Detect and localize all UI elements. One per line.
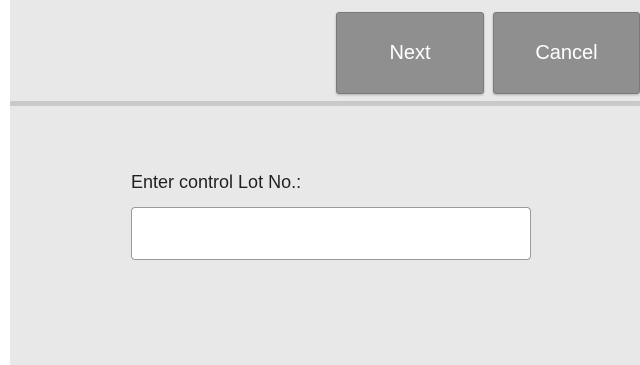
next-button[interactable]: Next (336, 12, 484, 94)
cancel-button[interactable]: Cancel (493, 12, 640, 94)
toolbar-divider (10, 101, 640, 106)
dialog-panel: Next Cancel Enter control Lot No.: (10, 0, 640, 365)
lot-number-label: Enter control Lot No.: (131, 172, 302, 192)
lot-number-input[interactable] (131, 207, 531, 260)
toolbar: Next Cancel (10, 0, 640, 100)
